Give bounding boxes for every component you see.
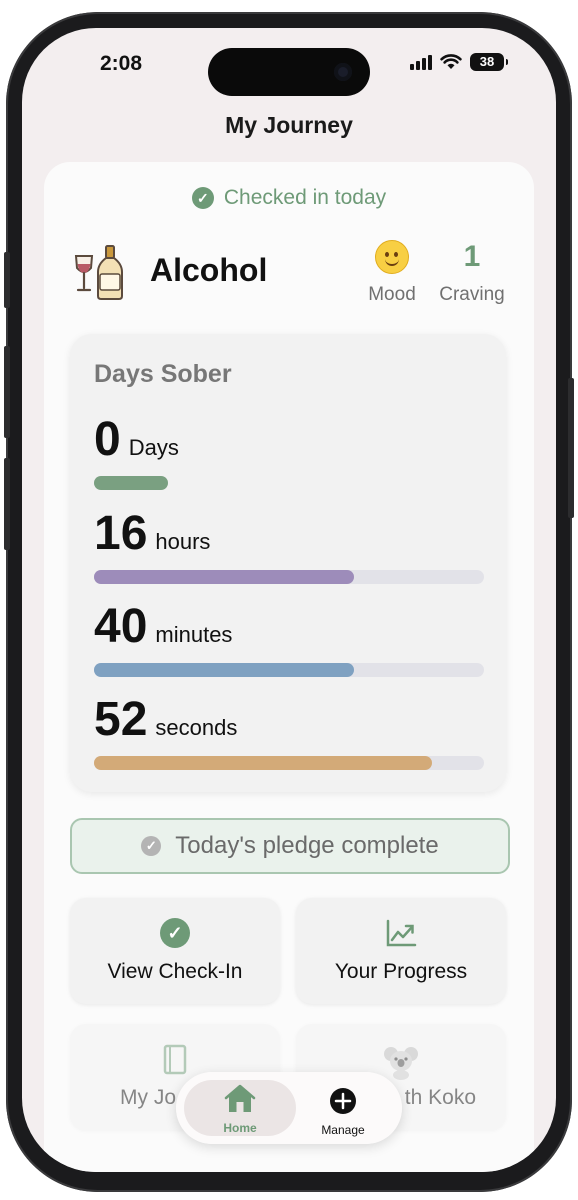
seconds-value: 52 (94, 693, 148, 746)
page-title: My Journey (225, 112, 353, 138)
seconds-row: 52 seconds (94, 692, 484, 770)
check-circle-icon: ✓ (141, 836, 162, 856)
journal-book-icon (163, 1044, 187, 1075)
hours-progress-fill (94, 570, 355, 584)
days-row: 0 Days (94, 412, 484, 490)
koala-icon (384, 1047, 418, 1080)
battery-icon: 38 (470, 53, 508, 71)
check-circle-icon: ✓ (160, 918, 190, 948)
wifi-icon (440, 54, 462, 69)
tab-home-label: Home (223, 1121, 257, 1135)
minutes-row: 40 minutes (94, 599, 484, 677)
craving-label: Craving (439, 284, 505, 305)
power-button (568, 378, 574, 518)
hours-progress (94, 570, 484, 584)
volume-down-button (4, 458, 10, 550)
pledge-text: Today's pledge complete (175, 832, 439, 859)
days-progress (94, 476, 484, 490)
app-screen: 2:08 38 My Journey ✓ Checked in today Al… (22, 28, 556, 1172)
check-circle-icon: ✓ (191, 187, 214, 209)
tab-manage[interactable]: Manage (292, 1080, 394, 1137)
view-checkin-button[interactable]: ✓ View Check-In (70, 898, 280, 1004)
craving-indicator[interactable]: 1 Craving (432, 240, 512, 306)
mood-label: Mood (368, 284, 416, 305)
tab-home[interactable]: Home (184, 1080, 296, 1136)
seconds-unit: seconds (155, 715, 238, 740)
chart-trend-icon (386, 919, 417, 947)
days-progress-fill (94, 476, 169, 490)
status-time: 2:08 (100, 52, 143, 75)
tab-bar: Home Manage (176, 1072, 402, 1144)
view-checkin-label: View Check-In (107, 960, 243, 983)
craving-value: 1 (463, 240, 481, 273)
checkin-status-text: Checked in today (223, 186, 387, 209)
plus-circle-icon (330, 1088, 356, 1114)
days-sober-title: Days Sober (94, 360, 232, 388)
seconds-progress-fill (94, 756, 433, 770)
alcohol-icon (74, 245, 123, 300)
your-progress-button[interactable]: Your Progress (296, 898, 506, 1004)
seconds-progress (94, 756, 484, 770)
days-unit: Days (128, 435, 179, 460)
journey-card: ✓ Checked in today Alcohol Mood 1 Cravin… (44, 162, 534, 1172)
habit-title: Alcohol (150, 252, 268, 288)
hours-unit: hours (155, 529, 211, 554)
minutes-progress (94, 663, 484, 677)
smiling-face-icon (375, 240, 409, 274)
camera-icon (334, 63, 352, 81)
mood-indicator[interactable]: Mood (362, 240, 422, 306)
days-value: 0 (94, 413, 121, 466)
your-progress-label: Your Progress (334, 960, 468, 983)
volume-up-button (4, 346, 10, 438)
action-button (4, 252, 10, 308)
hours-row: 16 hours (94, 506, 484, 584)
checkin-status: ✓ Checked in today (44, 186, 534, 210)
hours-value: 16 (94, 507, 148, 560)
chat-koko-label: th Koko (404, 1086, 476, 1109)
days-sober-card: Days Sober 0 Days 16 hours 40 minutes 52 sec… (70, 334, 506, 792)
minutes-value: 40 (94, 600, 148, 653)
minutes-progress-fill (94, 663, 355, 677)
signal-icon (410, 54, 432, 70)
status-icons: 38 (410, 53, 508, 71)
home-icon (224, 1084, 256, 1112)
pledge-banner[interactable]: ✓ Today's pledge complete (70, 818, 510, 874)
minutes-unit: minutes (155, 622, 233, 647)
dynamic-island (208, 48, 370, 96)
tab-manage-label: Manage (321, 1123, 365, 1137)
